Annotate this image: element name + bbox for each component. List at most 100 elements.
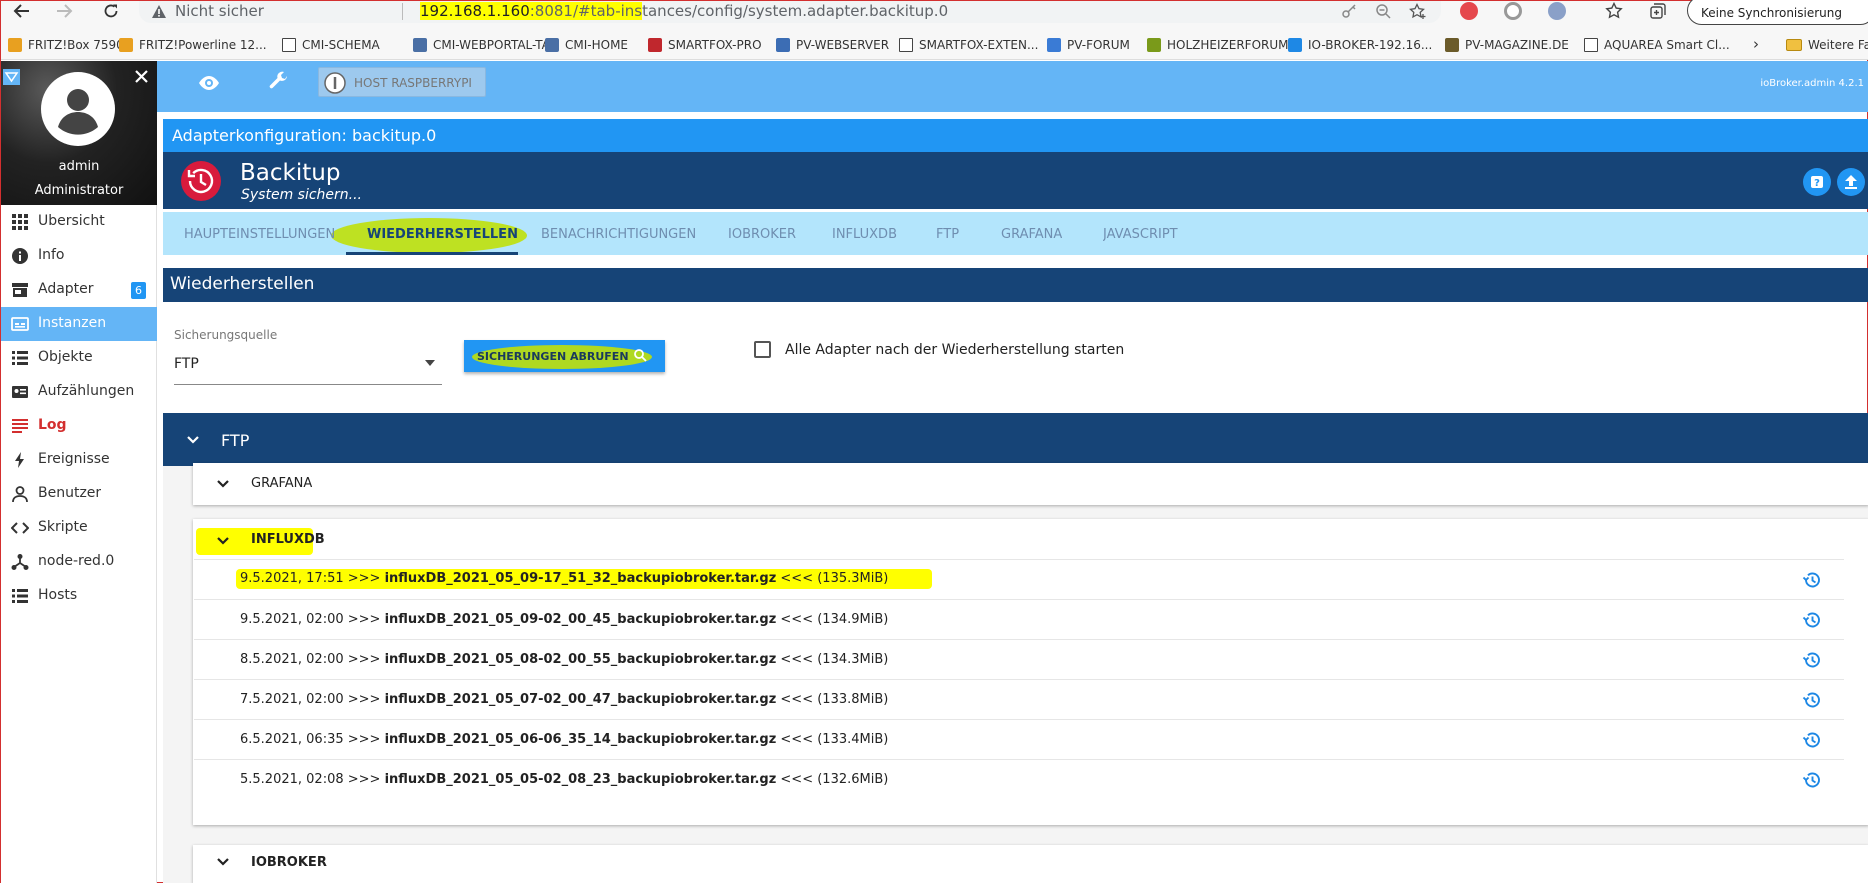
filter-icon[interactable] xyxy=(3,69,20,85)
bookmark-item[interactable]: PV-MAGAZINE.DE xyxy=(1445,34,1569,56)
tab-grafana[interactable]: GRAFANA xyxy=(1001,227,1062,242)
sidebar-item-log[interactable]: Log xyxy=(1,409,157,443)
grafana-panel[interactable]: GRAFANA xyxy=(193,463,1868,505)
adapter-banner: Backitup System sichern... ? xyxy=(163,152,1868,209)
tab-haupteinstellungen[interactable]: HAUPTEINSTELLUNGEN xyxy=(184,227,335,242)
influxdb-label[interactable]: INFLUXDB xyxy=(251,532,325,547)
wrench-icon[interactable] xyxy=(269,71,289,91)
restore-icon[interactable] xyxy=(1802,650,1822,670)
page-title: Adapterkonfiguration: backitup.0 xyxy=(163,119,1868,152)
tab-benachrichtigungen[interactable]: BENACHRICHTIGUNGEN xyxy=(541,227,696,242)
bookmark-item[interactable]: AQUAREA Smart Cl... xyxy=(1584,34,1730,56)
bookmark-label: HOLZHEIZERFORUM xyxy=(1167,38,1289,52)
url-rest: tances/config/system.adapter.backitup.0 xyxy=(642,2,949,20)
adapter-subtitle: System sichern... xyxy=(241,187,363,203)
backup-row[interactable]: 7.5.2021, 02:00 >>> influxDB_2021_05_07-… xyxy=(194,679,1844,719)
chevron-down-icon[interactable] xyxy=(217,537,229,545)
store-icon xyxy=(11,281,29,299)
collections-icon[interactable] xyxy=(1649,2,1667,20)
bookmark-item[interactable]: IO-BROKER-192.16... xyxy=(1288,34,1432,56)
source-select[interactable]: FTP xyxy=(174,348,442,385)
sidebar-item-info[interactable]: Info xyxy=(1,239,157,273)
reload-button[interactable] xyxy=(97,1,125,21)
sidebar-item-adapter[interactable]: Adapter 6 xyxy=(1,273,157,307)
host-button[interactable]: HOST RASPBERRYPI xyxy=(318,67,486,97)
bookmarks-overflow-icon[interactable]: › xyxy=(1753,35,1759,53)
backup-row[interactable]: 9.5.2021, 02:00 >>> influxDB_2021_05_09-… xyxy=(194,599,1844,639)
sidebar-item-objekte[interactable]: Objekte xyxy=(1,341,157,375)
bookmark-item[interactable]: HOLZHEIZERFORUM xyxy=(1147,34,1288,56)
sidebar-item-node-red-0[interactable]: node-red.0 xyxy=(1,545,157,579)
bookmark-item[interactable]: CMI-HOME xyxy=(545,34,628,56)
upload-button[interactable] xyxy=(1837,168,1865,196)
extension-red-icon[interactable] xyxy=(1460,2,1478,20)
fritz-icon xyxy=(8,38,22,52)
info-icon xyxy=(11,247,29,265)
key-icon[interactable] xyxy=(1341,3,1357,19)
backup-row[interactable]: 6.5.2021, 06:35 >>> influxDB_2021_05_06-… xyxy=(194,719,1844,759)
restore-icon[interactable] xyxy=(1802,690,1822,710)
svg-text:?: ? xyxy=(1814,178,1820,189)
backup-file: influxDB_2021_05_08-02_00_55_backupiobro… xyxy=(384,652,777,667)
adapter-title: Backitup xyxy=(240,160,341,186)
backup-size: <<< (134.3MiB) xyxy=(776,652,889,667)
start-adapters-checkbox[interactable] xyxy=(754,341,771,358)
ftp-group-header[interactable]: FTP xyxy=(163,413,1868,466)
zoom-out-icon[interactable] xyxy=(1375,3,1391,19)
bookmark-item[interactable]: SMARTFOX-PRO xyxy=(648,34,762,56)
back-button[interactable] xyxy=(7,1,35,21)
insecure-label: Nicht sicher xyxy=(175,2,264,20)
sidebar-item-ereignisse[interactable]: Ereignisse xyxy=(1,443,157,477)
sidebar-item-skripte[interactable]: Skripte xyxy=(1,511,157,545)
help-button[interactable]: ? xyxy=(1803,168,1831,196)
add-favorite-icon[interactable] xyxy=(1409,3,1427,19)
bookmark-item[interactable]: FRITZ!Box 7590 xyxy=(8,34,124,56)
tab-influxdb[interactable]: INFLUXDB xyxy=(832,227,897,242)
sidebar-item--bersicht[interactable]: Übersicht xyxy=(1,205,157,239)
extension-record-icon[interactable] xyxy=(1504,2,1522,20)
restore-icon[interactable] xyxy=(1802,570,1822,590)
bookmark-label: PV-WEBSERVER xyxy=(796,38,890,52)
sidebar-item-instanzen[interactable]: Instanzen xyxy=(1,307,157,341)
sidebar-item-hosts[interactable]: Hosts xyxy=(1,579,157,613)
backup-date: 7.5.2021, 02:00 >>> xyxy=(240,692,385,707)
restore-icon[interactable] xyxy=(1802,730,1822,750)
enum-icon xyxy=(11,383,29,401)
fetch-backups-button[interactable]: SICHERUNGEN ABRUFEN xyxy=(464,340,665,372)
tab-javascript[interactable]: JAVASCRIPT xyxy=(1103,227,1178,242)
tab-wiederherstellen[interactable]: WIEDERHERSTELLEN xyxy=(367,227,518,242)
chevron-down-icon xyxy=(217,858,229,866)
bookmark-item[interactable]: PV-FORUM xyxy=(1047,34,1130,56)
bookmark-item[interactable]: FRITZ!Powerline 12... xyxy=(119,34,267,56)
bookmark-item[interactable]: SMARTFOX-EXTEN... xyxy=(899,34,1038,56)
sidebar-item-benutzer[interactable]: Benutzer xyxy=(1,477,157,511)
backup-row[interactable]: 5.5.2021, 02:08 >>> influxDB_2021_05_05-… xyxy=(194,759,1844,799)
sync-button[interactable]: Keine Synchronisierung xyxy=(1687,0,1868,25)
bookmarks-bar: FRITZ!Box 7590 FRITZ!Powerline 12... CMI-S… xyxy=(1,30,1868,60)
bookmark-item[interactable]: CMI-WEBPORTAL-TA xyxy=(413,34,550,56)
flash-icon xyxy=(11,451,29,469)
tab-iobroker[interactable]: IOBROKER xyxy=(728,227,796,242)
backup-row[interactable]: 8.5.2021, 02:00 >>> influxDB_2021_05_08-… xyxy=(194,639,1844,679)
backup-row[interactable]: 9.5.2021, 17:51 >>> influxDB_2021_05_09-… xyxy=(194,559,1844,599)
favorites-icon[interactable] xyxy=(1605,2,1623,20)
address-bar[interactable]: Nicht sicher 192.168.1.160:8081/#tab-ins… xyxy=(139,1,1441,23)
restore-icon[interactable] xyxy=(1802,610,1822,630)
raspberry-icon xyxy=(324,72,346,94)
restore-icon[interactable] xyxy=(1802,770,1822,790)
forward-button[interactable] xyxy=(51,1,79,21)
iobroker-panel[interactable]: IOBROKER xyxy=(193,845,1868,883)
sidebar-item-aufz-hlungen[interactable]: Aufzählungen xyxy=(1,375,157,409)
eye-icon[interactable] xyxy=(198,75,220,91)
tab-ftp[interactable]: FTP xyxy=(936,227,959,242)
ta-icon xyxy=(413,38,427,52)
extension-blue-icon[interactable] xyxy=(1548,2,1566,20)
bookmark-label: FRITZ!Box 7590 xyxy=(28,38,124,52)
update-count-badge: 6 xyxy=(131,282,146,299)
more-favorites-folder[interactable]: Weitere Fav xyxy=(1786,34,1868,56)
bookmark-item[interactable]: CMI-SCHEMA xyxy=(282,34,380,56)
bookmark-item[interactable]: PV-WEBSERVER xyxy=(776,34,889,56)
close-icon[interactable] xyxy=(134,69,149,84)
user-icon xyxy=(11,485,29,503)
ta-icon xyxy=(545,38,559,52)
